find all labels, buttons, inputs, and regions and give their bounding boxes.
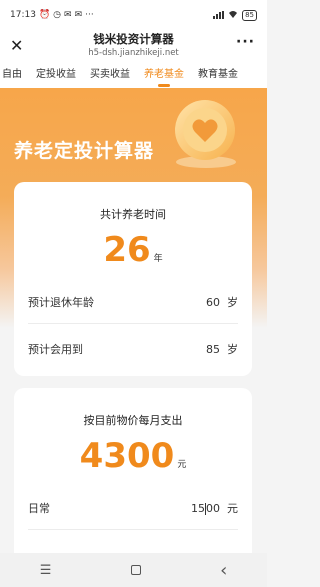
life-expectancy-row[interactable]: 预计会用到 85 岁 — [28, 329, 238, 369]
tab-bar: 自由 定投收益 买卖收益 养老基金 教育基金 — [0, 62, 267, 88]
daily-expense-label: 日常 — [28, 502, 50, 515]
heart-coin-icon — [175, 100, 236, 168]
retirement-years-display: 26 年 — [14, 230, 252, 270]
wifi-icon — [228, 10, 238, 20]
battery-icon: 85 — [242, 9, 257, 21]
daily-expense-row[interactable]: 日常 1500 元 — [28, 488, 238, 528]
daily-expense-value-a: 15 — [191, 501, 205, 515]
notification-icon: ✉ — [64, 10, 72, 20]
tab-pension-fund[interactable]: 养老基金 — [137, 62, 191, 88]
back-icon[interactable]: ‹ — [220, 560, 227, 581]
page-url: h5-dsh.jianzhikeji.net — [88, 48, 179, 58]
retirement-age-input[interactable]: 60 — [206, 296, 220, 309]
daily-expense-unit: 元 — [227, 502, 238, 515]
status-time: 17:13 — [10, 10, 36, 20]
card-title: 按目前物价每月支出 — [83, 414, 183, 427]
tab-fixed-investment[interactable]: 定投收益 — [29, 62, 83, 88]
close-icon[interactable]: ✕ — [10, 36, 23, 55]
menu-icon[interactable]: ☰ — [40, 563, 52, 578]
card-title: 共计养老时间 — [100, 208, 166, 221]
divider — [28, 529, 238, 530]
tab-trade-profit[interactable]: 买卖收益 — [83, 62, 137, 88]
retirement-age-row[interactable]: 预计退休年龄 60 岁 — [28, 282, 238, 322]
page-title: 钱米投资计算器 — [93, 32, 174, 46]
retirement-duration-card: 共计养老时间 26 年 预计退休年龄 60 岁 预计会用到 85 岁 — [14, 182, 252, 376]
retirement-age-label: 预计退休年龄 — [28, 296, 94, 309]
life-expectancy-unit: 岁 — [227, 343, 238, 356]
more-dots-icon: ··· — [85, 10, 94, 20]
title-bar: ✕ 钱米投资计算器 h5-dsh.jianzhikeji.net ··· — [0, 30, 267, 62]
tab-free[interactable]: 自由 — [0, 62, 29, 88]
life-expectancy-input[interactable]: 85 — [206, 343, 220, 356]
monthly-expense-value: 4300 — [79, 436, 175, 476]
alarm-icon: ⏰ — [38, 10, 51, 20]
retirement-age-unit: 岁 — [227, 296, 238, 309]
tab-education-fund[interactable]: 教育基金 — [191, 62, 245, 88]
monthly-expense-display: 4300 元 — [14, 436, 252, 476]
retirement-years-unit: 年 — [153, 254, 163, 264]
monthly-expense-unit: 元 — [177, 460, 187, 470]
daily-expense-value-b: 00 — [206, 501, 220, 515]
status-bar: 17:13 ⏰ ◷ ✉ ✉ ··· 85 — [0, 0, 267, 30]
retirement-years-value: 26 — [103, 230, 151, 270]
divider — [28, 323, 238, 324]
clock-icon: ◷ — [53, 10, 62, 20]
notification-icon: ✉ — [74, 10, 83, 20]
home-icon[interactable] — [130, 565, 141, 575]
daily-expense-input[interactable]: 1500 — [191, 502, 220, 515]
signal-icon — [213, 11, 225, 19]
life-expectancy-label: 预计会用到 — [28, 343, 83, 356]
hero-title: 养老定投计算器 — [14, 140, 155, 162]
system-nav-bar: ☰ ‹ — [0, 553, 267, 587]
more-menu-icon[interactable]: ··· — [236, 34, 255, 50]
